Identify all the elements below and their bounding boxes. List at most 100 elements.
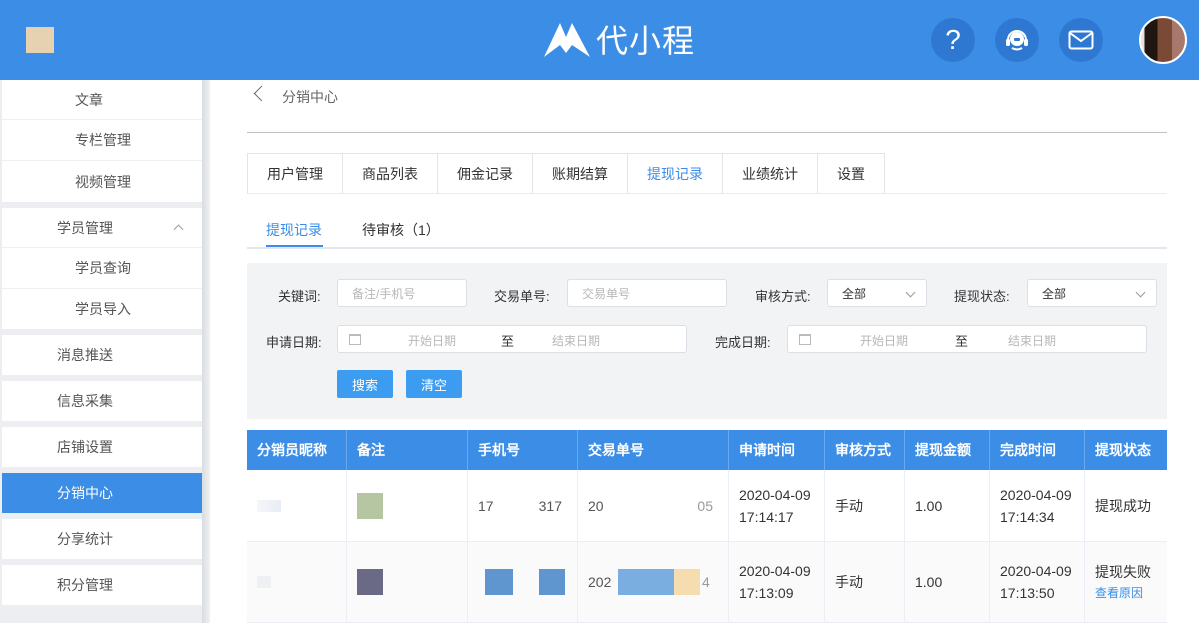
finish-date-range[interactable]: 开始日期 至 结束日期 [787,325,1147,353]
blurred-remark-avatar [357,569,383,595]
main-tabs: 用户管理 商品列表 佣金记录 账期结算 提现记录 业绩统计 设置 [247,153,885,194]
finish-range-separator: 至 [955,334,969,349]
mail-icon[interactable] [1059,18,1103,62]
blurred-trade-part [618,569,674,595]
finish-date-label: 完成日期: [715,335,771,350]
table-header: 分销员昵称 备注 手机号 交易单号 申请时间 审核方式 提现金额 完成时间 提现… [247,430,1167,470]
cell-trade-no: 202 4 [578,542,729,622]
sidebar-item-message-push[interactable]: 消息推送 [2,335,202,375]
table-row: 17 317 20 05 2020-04-09 17:14:17 手动 1.00 20… [247,470,1167,542]
cell-trade-no: 20 05 [578,470,729,541]
blurred-trade-part [674,569,700,595]
cell-status: 提现失败 查看原因 [1085,542,1167,622]
withdraw-status-label: 提现状态: [954,289,1010,304]
cell-audit-method: 手动 [825,542,905,622]
tab-performance-stats[interactable]: 业绩统计 [722,153,817,194]
brand-name: 代小程 [596,22,696,60]
sidebar-item-student-import[interactable]: 学员导入 [2,289,202,329]
cell-amount: 1.00 [905,470,990,541]
top-header: 代小程 ? [0,0,1199,80]
cell-phone: 17 317 [468,470,578,541]
chevron-down-icon [905,287,916,298]
finish-end-date[interactable]: 结束日期 [1008,332,1056,349]
col-phone: 手机号 [468,430,578,470]
finish-start-date[interactable]: 开始日期 [860,332,908,349]
cell-audit-method: 手动 [825,470,905,541]
cell-finish-time: 2020-04-09 17:13:50 [990,542,1085,622]
apply-start-date[interactable]: 开始日期 [408,332,456,349]
col-finish-time: 完成时间 [990,430,1085,470]
cell-amount: 1.00 [905,542,990,622]
calendar-icon [349,334,361,345]
sidebar: 文章 专栏管理 视频管理 学员管理 学员查询 学员导入 消息推送 信息采集 店铺… [0,80,210,623]
cell-nickname [247,470,347,541]
blurred-nickname [257,499,281,512]
col-audit-method: 审核方式 [825,430,905,470]
sidebar-shadow [202,80,210,623]
back-arrow-icon[interactable] [253,85,270,102]
blurred-nickname [257,576,271,588]
apply-range-separator: 至 [501,334,515,349]
sidebar-item-students[interactable]: 学员管理 [2,208,202,248]
trade-no-label: 交易单号: [494,289,550,304]
cell-apply-time: 2020-04-09 17:14:17 [729,470,825,541]
tab-settlement[interactable]: 账期结算 [532,153,627,194]
chevron-up-icon [173,223,184,234]
sidebar-item-info-collect[interactable]: 信息采集 [2,381,202,421]
search-button[interactable]: 搜索 [337,370,393,398]
sidebar-item-student-query[interactable]: 学员查询 [2,248,202,289]
col-nickname: 分销员昵称 [247,430,347,470]
tab-settings[interactable]: 设置 [817,153,885,194]
brand-arrow-icon [544,23,590,57]
cell-phone [468,542,578,622]
sidebar-item-share-stats[interactable]: 分享统计 [2,519,202,559]
sidebar-item-shop-settings[interactable]: 店铺设置 [2,427,202,467]
store-logo[interactable] [26,27,54,53]
subtab-withdrawal-records[interactable]: 提现记录 [266,220,322,240]
help-icon[interactable]: ? [931,18,975,62]
sidebar-item-distribution[interactable]: 分销中心 [2,473,202,513]
apply-end-date[interactable]: 结束日期 [552,332,600,349]
sub-tabs: 提现记录 待审核（1） [247,212,1167,249]
col-amount: 提现金额 [905,430,990,470]
keyword-input[interactable]: 备注/手机号 [337,279,467,307]
cell-apply-time: 2020-04-09 17:13:09 [729,542,825,622]
col-trade-no: 交易单号 [578,430,729,470]
apply-date-range[interactable]: 开始日期 至 结束日期 [337,325,687,353]
blurred-phone-part [485,569,513,595]
cell-finish-time: 2020-04-09 17:14:34 [990,470,1085,541]
tab-commission-records[interactable]: 佣金记录 [437,153,532,194]
col-status: 提现状态 [1095,442,1151,458]
cell-nickname [247,542,347,622]
blurred-phone-part [539,569,565,595]
brand-logo: 代小程 [542,18,695,60]
cell-remark [347,470,468,541]
tab-withdrawal-records[interactable]: 提现记录 [627,153,722,194]
col-remark: 备注 [347,430,468,470]
withdraw-status-select[interactable]: 全部 [1027,279,1157,307]
sidebar-item-points[interactable]: 积分管理 [2,565,202,605]
tab-user-management[interactable]: 用户管理 [247,153,342,194]
sidebar-item-article[interactable]: 文章 [2,80,202,120]
sidebar-item-video[interactable]: 视频管理 [2,161,202,202]
audit-method-select[interactable]: 全部 [827,279,927,307]
customer-service-icon[interactable] [995,18,1039,62]
breadcrumb-title: 分销中心 [282,89,338,105]
tab-product-list[interactable]: 商品列表 [342,153,437,194]
filter-panel: 关键词: 备注/手机号 交易单号: 交易单号 审核方式: 全部 提现状态: 全部… [247,263,1167,419]
chevron-down-icon [1135,287,1146,298]
table-row: 202 4 2020-04-09 17:13:09 手动 1.00 2020-04… [247,542,1167,623]
col-apply-time: 申请时间 [729,430,825,470]
subtab-pending-review[interactable]: 待审核（1） [362,220,440,240]
clear-button[interactable]: 清空 [406,370,462,398]
apply-date-label: 申请日期: [266,335,322,350]
breadcrumb-divider [247,132,1167,133]
view-reason-link[interactable]: 查看原因 [1095,583,1167,603]
tabs-divider [247,193,1167,194]
audit-method-label: 审核方式: [755,289,811,304]
cell-status: 提现成功 [1095,497,1151,514]
blurred-remark-avatar [357,492,383,519]
user-avatar[interactable] [1139,16,1187,64]
trade-no-input[interactable]: 交易单号 [567,279,727,307]
sidebar-item-column[interactable]: 专栏管理 [2,120,202,161]
